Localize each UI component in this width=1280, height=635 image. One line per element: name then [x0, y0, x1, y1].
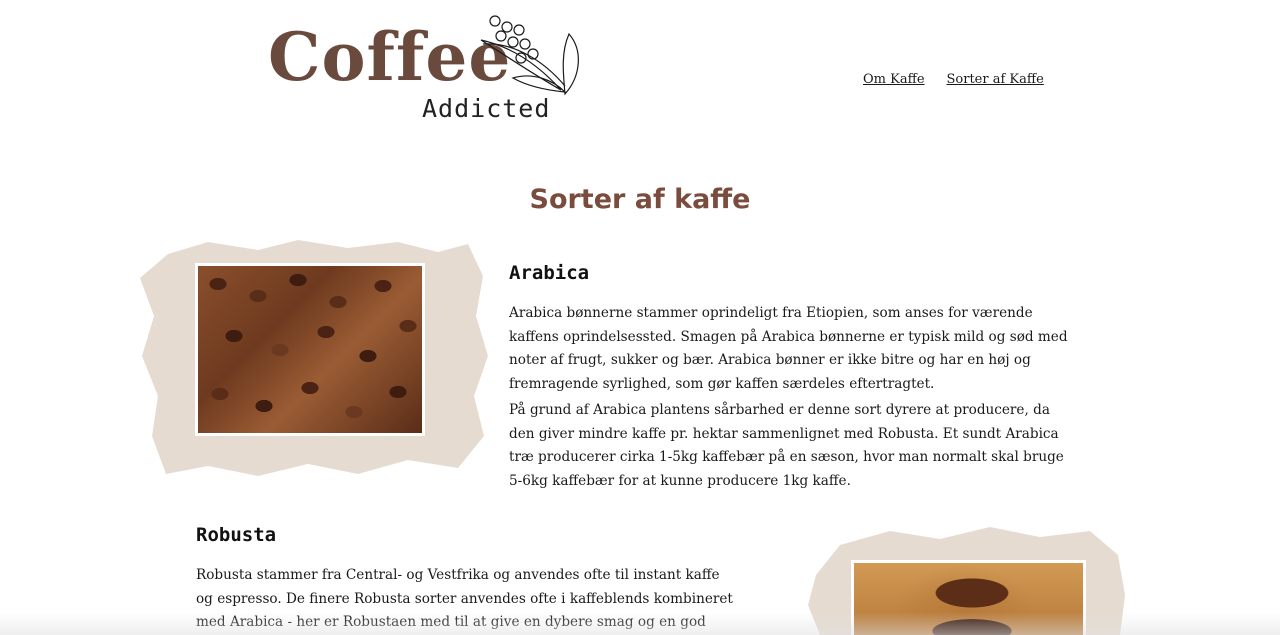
arabica-heading: Arabica: [509, 262, 590, 284]
page-title: Sorter af kaffe: [529, 184, 751, 215]
nav-link-sorter-af-kaffe[interactable]: Sorter af Kaffe: [947, 72, 1044, 87]
arabica-paragraph-2: På grund af Arabica plantens sårbarhed e…: [509, 401, 1064, 489]
site-logo[interactable]: Coffee Addicted: [268, 14, 588, 129]
nav-link-om-kaffe[interactable]: Om Kaffe: [863, 72, 925, 87]
arabica-paragraph-1: Arabica bønnerne stammer oprindeligt fra…: [509, 305, 1068, 393]
site-header: Coffee Addicted Om Kaffe Sorter af Kaffe: [0, 0, 1280, 140]
coffee-branch-icon: [480, 15, 579, 96]
main-navigation: Om Kaffe Sorter af Kaffe: [863, 72, 1044, 87]
robusta-heading: Robusta: [196, 524, 277, 546]
bottom-scroll-shadow: [0, 612, 1280, 635]
arabica-description: Arabica bønnerne stammer oprindeligt fra…: [509, 302, 1069, 496]
arabica-beans-photo: [195, 263, 425, 436]
